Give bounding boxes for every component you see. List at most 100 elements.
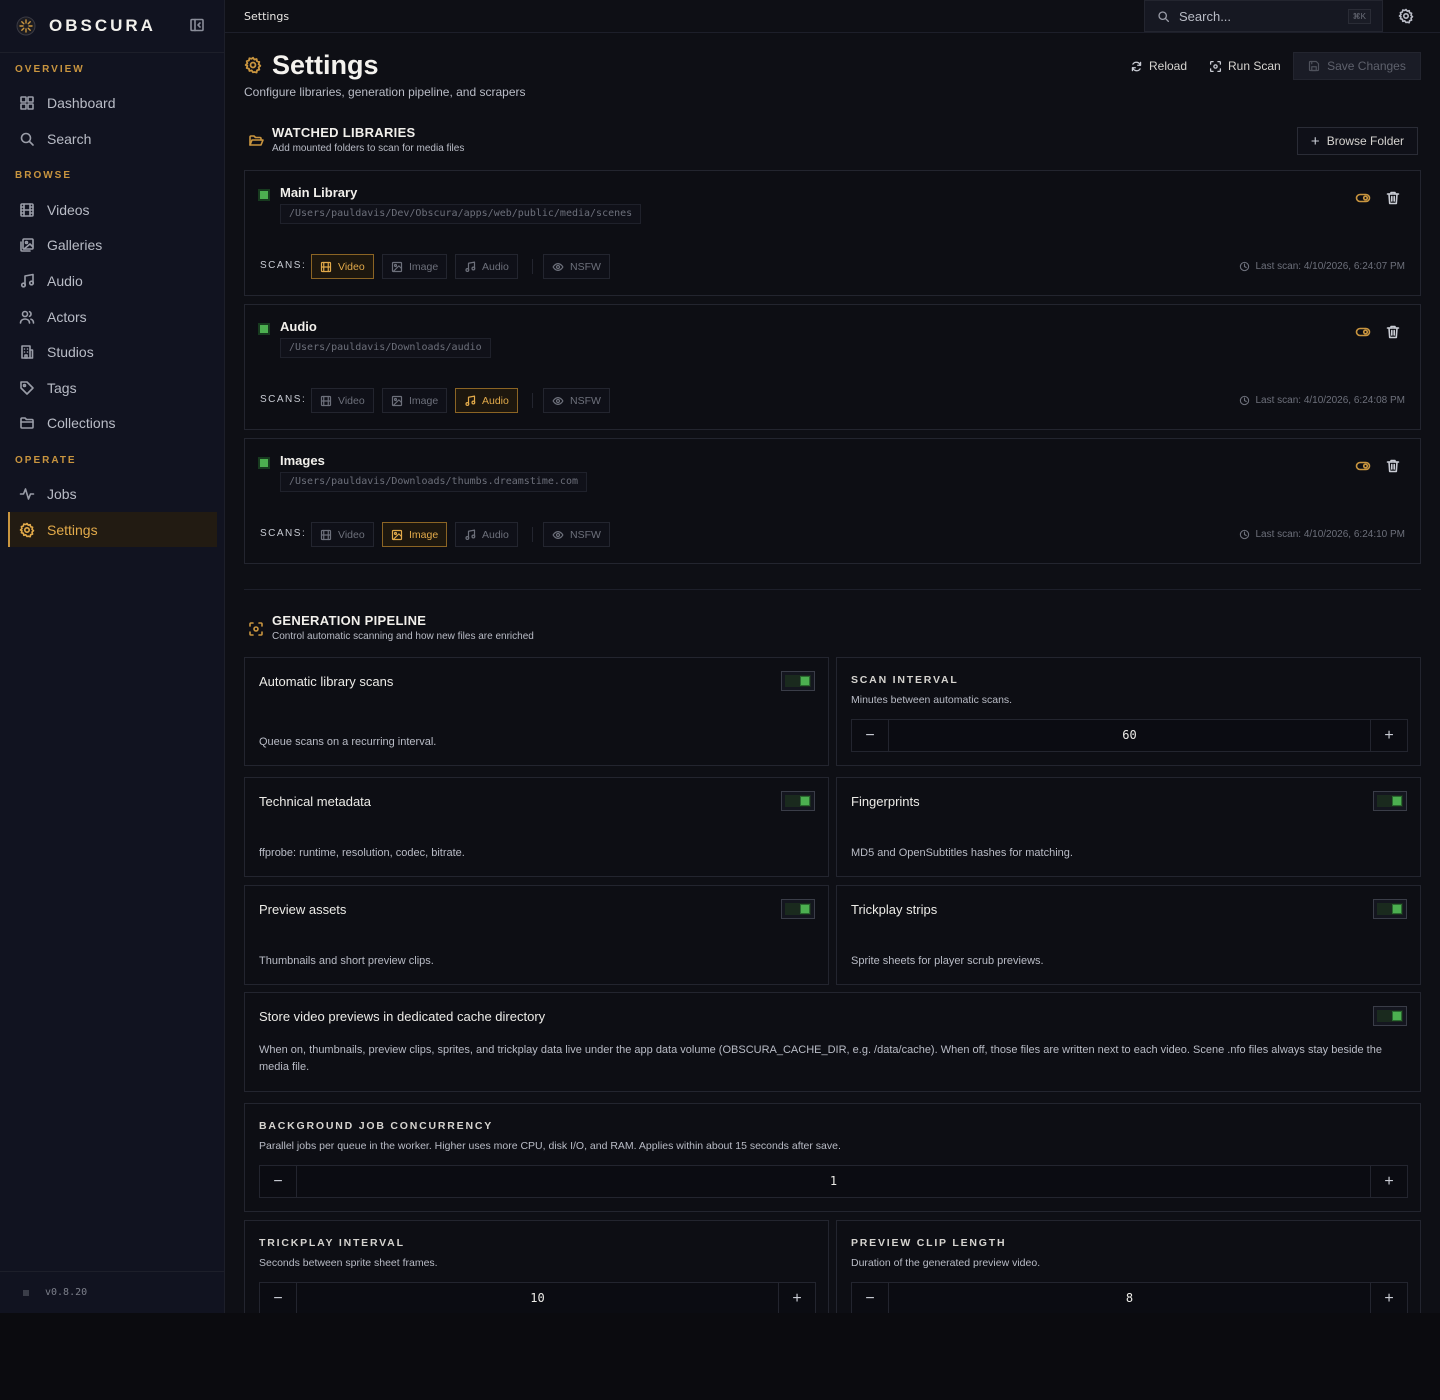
increment-button[interactable]: +	[1370, 720, 1407, 751]
scans-label: SCANS:	[260, 528, 307, 539]
eye-icon	[552, 396, 564, 405]
section-subtitle-pipeline: Control automatic scanning and how new f…	[272, 631, 534, 642]
visibility-toggle-icon[interactable]	[1355, 190, 1371, 206]
sidebar-item-videos[interactable]: Videos	[8, 192, 217, 227]
sidebar-item-settings[interactable]: Settings	[8, 512, 217, 547]
preview-assets-toggle[interactable]	[781, 899, 815, 919]
scan-chip-label: Image	[409, 394, 439, 407]
chip-divider	[532, 527, 533, 542]
decrement-button[interactable]: −	[852, 1283, 889, 1313]
preview-assets-desc: Thumbnails and short preview clips.	[259, 955, 434, 967]
trickplay-strips-card: Trickplay strips Sprite sheets for playe…	[836, 885, 1421, 985]
sidebar-item-label: Search	[47, 130, 92, 147]
preview-clip-length-label: PREVIEW CLIP LENGTH	[851, 1237, 1007, 1249]
scan-chip-audio[interactable]: Audio	[455, 522, 518, 547]
save-changes-button[interactable]: Save Changes	[1293, 52, 1421, 80]
reload-button[interactable]: Reload	[1130, 52, 1187, 80]
trash-icon[interactable]	[1385, 324, 1401, 340]
fingerprints-desc: MD5 and OpenSubtitles hashes for matchin…	[851, 847, 1073, 859]
page-subtitle: Configure libraries, generation pipeline…	[244, 85, 526, 99]
technical-metadata-title: Technical metadata	[259, 794, 372, 809]
sidebar-item-label: Jobs	[47, 485, 77, 502]
divider	[244, 589, 1421, 590]
increment-button[interactable]: +	[778, 1283, 815, 1313]
plus-icon: +	[1310, 132, 1320, 150]
sidebar-item-tags[interactable]: Tags	[8, 370, 217, 405]
sidebar-item-studios[interactable]: Studios	[8, 334, 217, 369]
scan-chip-nsfw[interactable]: NSFW	[543, 388, 610, 413]
concurrency-value[interactable]: 1	[297, 1166, 1370, 1197]
scan-chip-nsfw[interactable]: NSFW	[543, 522, 610, 547]
scan-chip-image[interactable]: Image	[382, 254, 448, 279]
trickplay-interval-value[interactable]: 10	[297, 1283, 778, 1313]
section-subtitle-libraries: Add mounted folders to scan for media fi…	[272, 143, 465, 154]
scan-chip-label: Video	[338, 260, 365, 273]
scans-label: SCANS:	[260, 260, 307, 271]
scan-chip-video[interactable]: Video	[311, 254, 374, 279]
sidebar-item-label: Settings	[47, 521, 98, 538]
scan-interval-value[interactable]: 60	[889, 720, 1370, 751]
increment-button[interactable]: +	[1370, 1166, 1407, 1197]
scan-chip-nsfw[interactable]: NSFW	[543, 254, 610, 279]
run-scan-button[interactable]: Run Scan	[1209, 52, 1281, 80]
film-icon	[320, 529, 332, 540]
search-shortcut-badge: ⌘K	[1347, 9, 1371, 24]
sidebar-item-label: Videos	[47, 201, 90, 218]
visibility-toggle-icon[interactable]	[1355, 324, 1371, 340]
scan-interval-stepper: − 60 +	[851, 719, 1408, 752]
sidebar-item-jobs[interactable]: Jobs	[8, 476, 217, 511]
preview-clip-length-value[interactable]: 8	[889, 1283, 1370, 1313]
sidebar-item-galleries[interactable]: Galleries	[8, 227, 217, 262]
save-changes-label: Save Changes	[1327, 59, 1406, 73]
technical-metadata-desc: ffprobe: runtime, resolution, codec, bit…	[259, 847, 465, 859]
sidebar-item-dashboard[interactable]: Dashboard	[8, 85, 217, 120]
cache-directory-toggle[interactable]	[1373, 1006, 1407, 1026]
sidebar-item-search[interactable]: Search	[8, 121, 217, 156]
scan-chip-video[interactable]: Video	[311, 388, 374, 413]
trash-icon[interactable]	[1385, 190, 1401, 206]
app-window: OBSCURA OVERVIEW Dashboard Search BROWSE…	[0, 0, 1440, 1313]
scan-chip-label: Audio	[482, 528, 509, 541]
sidebar-item-actors[interactable]: Actors	[8, 299, 217, 334]
scan-chip-audio[interactable]: Audio	[455, 388, 518, 413]
decrement-button[interactable]: −	[260, 1283, 297, 1313]
fingerprints-title: Fingerprints	[851, 794, 920, 809]
clock-icon	[1240, 529, 1250, 540]
browse-folder-button[interactable]: + Browse Folder	[1297, 127, 1418, 155]
trash-icon[interactable]	[1385, 458, 1401, 474]
technical-metadata-toggle[interactable]	[781, 791, 815, 811]
visibility-toggle-icon[interactable]	[1355, 458, 1371, 474]
scan-chip-image[interactable]: Image	[382, 388, 448, 413]
decrement-button[interactable]: −	[260, 1166, 297, 1197]
search-placeholder: Search...	[1179, 8, 1232, 24]
sidebar-item-collections[interactable]: Collections	[8, 405, 217, 440]
increment-button[interactable]: +	[1370, 1283, 1407, 1313]
concurrency-desc: Parallel jobs per queue in the worker. H…	[259, 1140, 841, 1152]
cache-directory-desc: When on, thumbnails, preview clips, spri…	[259, 1044, 1382, 1073]
scan-chip-image[interactable]: Image	[382, 522, 448, 547]
sidebar-item-label: Galleries	[47, 236, 103, 253]
eye-icon	[552, 530, 564, 539]
logo-icon	[16, 16, 36, 36]
sidebar-item-label: Dashboard	[47, 94, 116, 111]
topbar: Settings Search... ⌘K	[225, 0, 1440, 33]
scan-chip-label: Audio	[482, 394, 509, 407]
trickplay-strips-toggle[interactable]	[1373, 899, 1407, 919]
main-content: Settings Configure libraries, generation…	[225, 33, 1440, 1313]
library-card: Main Library /Users/pauldavis/Dev/Obscur…	[244, 170, 1421, 296]
sidebar-collapse-icon[interactable]	[189, 17, 205, 33]
decrement-button[interactable]: −	[852, 720, 889, 751]
settings-gear-icon[interactable]	[1398, 8, 1414, 24]
page-title: Settings	[272, 50, 379, 80]
scan-chip-video[interactable]: Video	[311, 522, 374, 547]
auto-scans-toggle[interactable]	[781, 671, 815, 691]
library-name: Audio	[280, 319, 317, 334]
concurrency-label: BACKGROUND JOB CONCURRENCY	[259, 1120, 494, 1132]
building-icon	[21, 344, 34, 359]
sidebar-item-audio[interactable]: Audio	[8, 263, 217, 298]
scan-chip-audio[interactable]: Audio	[455, 254, 518, 279]
search-input[interactable]: Search... ⌘K	[1144, 0, 1383, 32]
fingerprints-toggle[interactable]	[1373, 791, 1407, 811]
brand-name: OBSCURA	[49, 16, 156, 35]
library-name: Images	[280, 453, 325, 468]
